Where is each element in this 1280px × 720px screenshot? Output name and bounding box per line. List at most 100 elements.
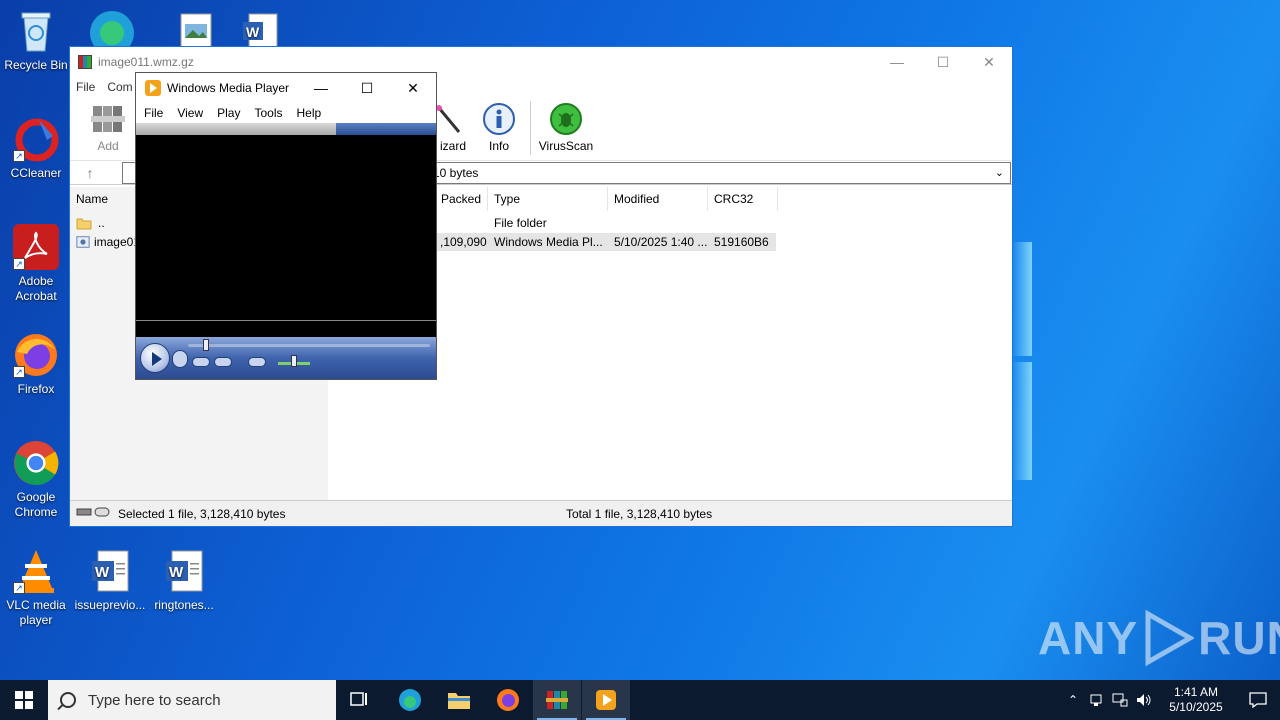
info-button[interactable]: Info xyxy=(467,97,531,153)
desktop-icon-firefox[interactable]: ↗ Firefox xyxy=(0,332,72,397)
wallpaper-glow xyxy=(1012,242,1032,356)
info-icon xyxy=(481,101,517,137)
table-row[interactable]: .. xyxy=(70,214,140,232)
wmp-topbar xyxy=(136,123,436,135)
clock-date: 5/10/2025 xyxy=(1169,700,1223,714)
seek-bar[interactable] xyxy=(188,344,430,347)
winrar-icon xyxy=(546,691,568,709)
toolbar-separator xyxy=(530,101,531,155)
desktop-icon-label: issueprevio... xyxy=(74,598,146,612)
menu-play[interactable]: Play xyxy=(217,106,240,120)
col-header-packed[interactable]: Packed xyxy=(434,187,488,211)
menu-help[interactable]: Help xyxy=(297,106,322,120)
edge-icon xyxy=(89,4,135,50)
svg-text:W: W xyxy=(169,564,184,581)
shortcut-arrow-icon: ↗ xyxy=(13,150,25,162)
ccleaner-icon: ↗ xyxy=(13,116,59,162)
task-view-button[interactable] xyxy=(336,680,384,720)
taskbar-file-explorer[interactable] xyxy=(435,680,483,720)
menu-file[interactable]: File xyxy=(76,80,95,94)
notification-icon[interactable] xyxy=(1236,692,1280,708)
desktop-icon-recycle-bin[interactable]: Recycle Bin xyxy=(0,8,72,73)
menu-file[interactable]: File xyxy=(144,106,163,120)
previous-button[interactable] xyxy=(192,357,210,367)
folder-icon xyxy=(76,218,92,230)
taskbar-edge[interactable] xyxy=(386,680,434,720)
recycle-bin-icon xyxy=(13,8,59,54)
col-header-type[interactable]: Type xyxy=(488,187,608,211)
table-row[interactable]: image01 xyxy=(70,233,140,251)
desktop-icon-issueprevio[interactable]: W issueprevio... xyxy=(74,548,146,613)
menu-tools[interactable]: Tools xyxy=(254,106,282,120)
status-right: Total 1 file, 3,128,410 bytes xyxy=(566,506,713,521)
wmp-icon xyxy=(596,690,616,710)
wmp-window[interactable]: Windows Media Player — ☐ ✕ File View Pla… xyxy=(135,72,437,380)
up-arrow-icon[interactable]: ↑ xyxy=(70,165,110,181)
search-placeholder: Type here to search xyxy=(88,691,221,709)
virusscan-button[interactable]: VirusScan xyxy=(534,97,598,153)
close-button[interactable]: ✕ xyxy=(390,73,436,103)
col-header-modified[interactable]: Modified xyxy=(608,187,708,211)
firefox-icon xyxy=(497,689,519,711)
close-button[interactable]: ✕ xyxy=(966,47,1012,77)
taskbar-search-box[interactable]: Type here to search xyxy=(48,680,336,720)
ethernet-icon[interactable] xyxy=(1108,693,1132,707)
search-icon xyxy=(60,692,76,708)
menu-view[interactable]: View xyxy=(177,106,203,120)
shortcut-arrow-icon: ↗ xyxy=(13,582,25,594)
col-header-crc32[interactable]: CRC32 xyxy=(708,187,778,211)
wmp-titlebar[interactable]: Windows Media Player — ☐ ✕ xyxy=(136,73,436,103)
volume-thumb[interactable] xyxy=(291,355,297,367)
video-area[interactable] xyxy=(136,135,436,321)
winrar-statusbar: Selected 1 file, 3,128,410 bytes Total 1… xyxy=(70,500,1012,526)
start-button[interactable] xyxy=(0,680,48,720)
taskbar-firefox[interactable] xyxy=(484,680,532,720)
row-modified: 5/10/2025 1:40 ... xyxy=(614,235,708,249)
row-type: File folder xyxy=(494,216,547,230)
chevron-down-icon[interactable]: ⌄ xyxy=(995,166,1004,179)
stop-button[interactable] xyxy=(172,350,188,368)
play-triangle-icon xyxy=(1145,610,1195,666)
firefox-icon: ↗ xyxy=(13,332,59,378)
edge-icon xyxy=(399,689,421,711)
desktop-icon-ccleaner[interactable]: ↗ CCleaner xyxy=(0,116,72,181)
desktop-icon-adobe-acrobat[interactable]: ↗ Adobe Acrobat xyxy=(0,224,72,304)
maximize-button[interactable]: ☐ xyxy=(920,47,966,77)
row-type: Windows Media Pl... xyxy=(494,235,603,249)
taskbar-clock[interactable]: 1:41 AM 5/10/2025 xyxy=(1156,685,1236,715)
menu-commands[interactable]: Com xyxy=(107,80,132,94)
taskbar-wmp[interactable] xyxy=(582,680,630,720)
folder-icon xyxy=(448,693,470,709)
maximize-button[interactable]: ☐ xyxy=(344,73,390,103)
row-crc32: 519160B6 xyxy=(714,235,769,249)
next-button[interactable] xyxy=(214,357,232,367)
desktop-icon-label: Adobe Acrobat xyxy=(15,274,57,303)
system-tray: ⌃ 1:41 AM 5/10/2025 xyxy=(1062,680,1280,720)
wmp-controls xyxy=(136,337,436,379)
desktop-icon-ringtones[interactable]: W ringtones... xyxy=(148,548,220,613)
row-packed: ,109,090 xyxy=(440,235,487,249)
virus-scan-icon xyxy=(548,101,584,137)
seek-thumb[interactable] xyxy=(202,339,209,351)
desktop-icon-label: CCleaner xyxy=(10,166,62,180)
chevron-up-icon[interactable]: ⌃ xyxy=(1062,693,1084,707)
minimize-button[interactable]: — xyxy=(298,73,344,103)
desktop-icon-label: ringtones... xyxy=(154,598,214,612)
add-button[interactable]: Add xyxy=(76,97,140,153)
wmp-info-strip xyxy=(136,321,436,337)
status-left: Selected 1 file, 3,128,410 bytes xyxy=(118,506,286,521)
mute-button[interactable] xyxy=(248,357,266,367)
svg-text:W: W xyxy=(246,24,260,40)
minimize-button[interactable]: — xyxy=(874,47,920,77)
wmp-menubar: File View Play Tools Help xyxy=(136,103,436,123)
path-text: 10 bytes xyxy=(433,166,479,180)
vlc-icon: ↗ xyxy=(13,548,59,594)
network-icon[interactable] xyxy=(1084,693,1108,707)
volume-icon[interactable] xyxy=(1132,693,1156,707)
desktop-icon-google-chrome[interactable]: Google Chrome xyxy=(0,440,72,520)
desktop-icon-label: VLC media player xyxy=(6,598,66,627)
play-button[interactable] xyxy=(140,343,170,373)
desktop-icon-vlc[interactable]: ↗ VLC media player xyxy=(0,548,72,628)
taskbar-winrar[interactable] xyxy=(533,680,581,720)
acrobat-icon: ↗ xyxy=(13,224,59,270)
